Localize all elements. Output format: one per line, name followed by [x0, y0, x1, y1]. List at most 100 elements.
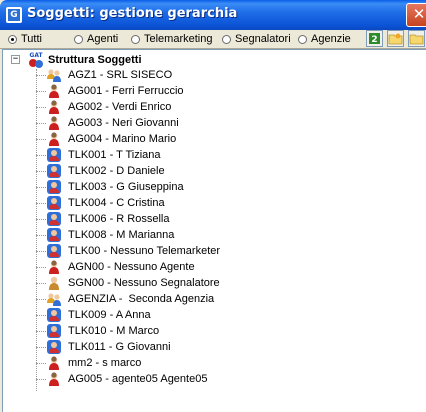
subject-tree[interactable]: − GAT Struttura Soggetti AGZ1 - SRL SISE… — [2, 49, 426, 412]
tree-item[interactable]: AGENZIA - Seconda Agenzia — [36, 291, 416, 307]
tree-branch-line — [36, 219, 46, 220]
tree-item[interactable]: TLK001 - T Tiziana — [36, 147, 416, 163]
svg-text:2: 2 — [371, 35, 377, 45]
tree-branch-line — [36, 107, 46, 108]
filter-tutti[interactable]: Tutti — [8, 32, 42, 46]
tree-branch-line — [36, 187, 46, 188]
close-button[interactable]: ✕ — [406, 3, 426, 27]
tree-item-label: mm2 - s marco — [68, 357, 142, 369]
tree-item[interactable]: AGN00 - Nessuno Agente — [36, 259, 416, 275]
add-folder-button[interactable] — [387, 30, 404, 47]
tree-item-label: TLK004 - C Cristina — [68, 197, 165, 209]
radio-agenzie[interactable] — [298, 34, 307, 44]
tree-item[interactable]: TLK003 - G Giuseppina — [36, 179, 416, 195]
tree-item-label: SGN00 - Nessuno Segnalatore — [68, 277, 220, 289]
tree-item[interactable]: mm2 - s marco — [36, 355, 416, 371]
filter-agenzie[interactable]: Agenzie — [298, 32, 351, 46]
filter-label: Tutti — [21, 33, 42, 45]
tree-item[interactable]: AGZ1 - SRL SISECO — [36, 67, 416, 83]
tree-item-label: TLK009 - A Anna — [68, 309, 151, 321]
tree-item-label: AGN00 - Nessuno Agente — [68, 261, 195, 273]
tree-branch-line — [36, 123, 46, 124]
tree-item-label: AG001 - Ferri Ferruccio — [68, 85, 184, 97]
tree-item-label: TLK006 - R Rossella — [68, 213, 170, 225]
tree-item[interactable]: TLK002 - D Daniele — [36, 163, 416, 179]
filter-label: Telemarketing — [144, 33, 213, 45]
telemarketer-icon — [46, 195, 62, 211]
tree-branch-line — [36, 379, 46, 380]
radio-telemarketing[interactable] — [131, 34, 140, 44]
tree-item-label: TLK002 - D Daniele — [68, 165, 165, 177]
tree-item[interactable]: TLK009 - A Anna — [36, 307, 416, 323]
tree-item-label: TLK008 - M Marianna — [68, 229, 175, 241]
telemarketer-icon — [46, 227, 62, 243]
tree-item[interactable]: TLK00 - Nessuno Telemarketer — [36, 243, 416, 259]
app-icon: G — [6, 7, 22, 23]
filter-segnalatori[interactable]: Segnalatori — [222, 32, 291, 46]
tree-item-label: AG003 - Neri Giovanni — [68, 117, 179, 129]
tree-item-label: AG005 - agente05 Agente05 — [68, 373, 208, 385]
main-window: G Soggetti: gestione gerarchia ✕ Tutti A… — [0, 0, 426, 412]
filter-label: Agenzie — [311, 33, 351, 45]
tree-item[interactable]: SGN00 - Nessuno Segnalatore — [36, 275, 416, 291]
tree-item[interactable]: TLK004 - C Cristina — [36, 195, 416, 211]
reporter-icon — [46, 275, 62, 291]
telemarketer-icon — [46, 179, 62, 195]
agent-icon — [46, 355, 62, 371]
agent-icon — [46, 99, 62, 115]
tree-branch-line — [36, 171, 46, 172]
tree-branch-line — [36, 91, 46, 92]
tree-item[interactable]: TLK008 - M Marianna — [36, 227, 416, 243]
tree-item-label: AG002 - Verdi Enrico — [68, 101, 172, 113]
tree-branch-line — [36, 315, 46, 316]
telemarketer-icon — [46, 163, 62, 179]
filter-telemarketing[interactable]: Telemarketing — [131, 32, 212, 46]
radio-tutti[interactable] — [8, 34, 17, 44]
tree-branch-line — [36, 299, 46, 300]
tree-branch-line — [36, 331, 46, 332]
tree-item-label: AG004 - Marino Mario — [68, 133, 177, 145]
agent-icon — [46, 371, 62, 387]
tree-branch-line — [36, 203, 46, 204]
tree-item[interactable]: AG002 - Verdi Enrico — [36, 99, 416, 115]
tree-item-label: TLK00 - Nessuno Telemarketer — [68, 245, 221, 257]
tree-item-label: AGZ1 - SRL SISECO — [68, 69, 173, 81]
agency-icon — [46, 67, 62, 83]
tree-item[interactable]: AG001 - Ferri Ferruccio — [36, 83, 416, 99]
structure-badge: GAT — [29, 52, 43, 59]
agency-icon — [46, 291, 62, 307]
radio-segnalatori[interactable] — [222, 34, 231, 44]
tree-branch-line — [36, 267, 46, 268]
agent-icon — [46, 259, 62, 275]
tree-item[interactable]: AG004 - Marino Mario — [36, 131, 416, 147]
tree-root-label[interactable]: Struttura Soggetti — [48, 54, 142, 66]
tree-item-label: TLK011 - G Giovanni — [68, 341, 171, 353]
tree-item-label: TLK010 - M Marco — [68, 325, 160, 337]
open-folder-button[interactable] — [408, 30, 425, 47]
tree-branch-line — [36, 75, 46, 76]
refresh-button[interactable]: 2 — [366, 30, 383, 47]
agent-icon — [46, 83, 62, 99]
telemarketer-icon — [46, 147, 62, 163]
tree-item[interactable]: TLK011 - G Giovanni — [36, 339, 416, 355]
radio-agenti[interactable] — [74, 34, 83, 44]
agent-icon — [46, 115, 62, 131]
filter-label: Agenti — [87, 33, 119, 45]
tree-item[interactable]: TLK006 - R Rossella — [36, 211, 416, 227]
tree-branch-line — [36, 283, 46, 284]
tree-item[interactable]: TLK010 - M Marco — [36, 323, 416, 339]
tree-branch-line — [36, 235, 46, 236]
tree-branch-line — [36, 139, 46, 140]
telemarketer-icon — [46, 211, 62, 227]
collapse-toggle[interactable]: − — [11, 55, 20, 64]
open-folder-icon — [409, 34, 424, 45]
filter-agenti[interactable]: Agenti — [74, 32, 118, 46]
tree-item-label: TLK003 - G Giuseppina — [68, 181, 184, 193]
title-bar[interactable]: G Soggetti: gestione gerarchia ✕ — [0, 0, 426, 30]
tree-item[interactable]: AG003 - Neri Giovanni — [36, 115, 416, 131]
telemarketer-icon — [46, 243, 62, 259]
add-folder-icon — [388, 33, 403, 45]
tree-branch-line — [36, 363, 46, 364]
tree-item[interactable]: AG005 - agente05 Agente05 — [36, 371, 416, 387]
telemarketer-icon — [46, 323, 62, 339]
